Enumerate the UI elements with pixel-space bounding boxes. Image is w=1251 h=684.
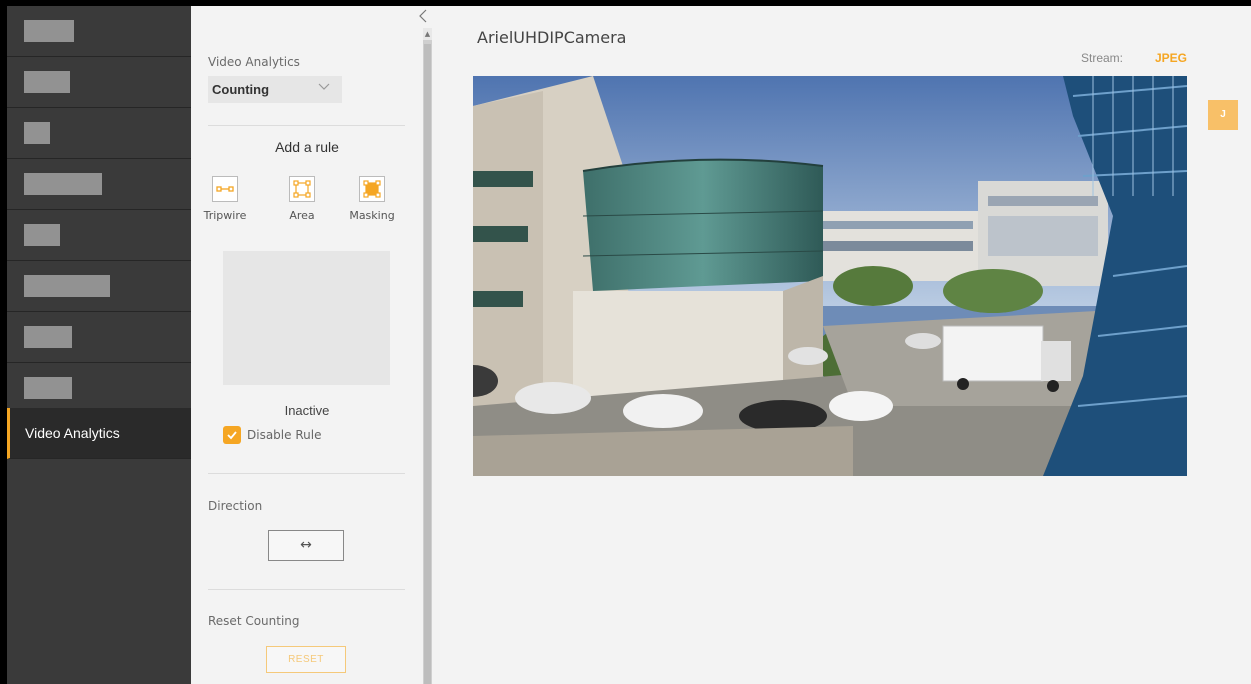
redacted-label bbox=[24, 326, 72, 348]
analytics-type-label: Video Analytics bbox=[208, 55, 300, 69]
reset-counting-label: Reset Counting bbox=[208, 614, 300, 628]
sidebar-item-8[interactable] bbox=[7, 363, 191, 414]
redacted-label bbox=[24, 122, 50, 144]
analytics-type-value: Counting bbox=[212, 82, 270, 97]
redacted-label bbox=[24, 377, 72, 399]
sidebar-item-4[interactable] bbox=[7, 159, 191, 210]
disable-rule-label: Disable Rule bbox=[247, 428, 322, 442]
disable-rule-checkbox[interactable] bbox=[223, 426, 241, 444]
camera-video-feed[interactable] bbox=[473, 76, 1187, 476]
analytics-config-panel: Video Analytics Counting Add a rule Trip… bbox=[191, 6, 427, 684]
stream-label: Stream: bbox=[1081, 51, 1124, 65]
sidebar-item-label: Video Analytics bbox=[25, 425, 120, 441]
camera-title: ArielUHDIPCamera bbox=[477, 28, 627, 47]
masking-icon bbox=[359, 176, 385, 202]
sidebar-item-video-analytics[interactable]: Video Analytics bbox=[7, 408, 191, 459]
area-rule-button[interactable]: Area bbox=[272, 176, 332, 222]
redacted-label bbox=[24, 224, 60, 246]
area-icon bbox=[289, 176, 315, 202]
direction-label: Direction bbox=[208, 499, 263, 513]
sidebar-item-3[interactable] bbox=[7, 108, 191, 159]
masking-rule-button[interactable]: Masking bbox=[342, 176, 402, 222]
redacted-label bbox=[24, 71, 70, 93]
divider bbox=[208, 589, 405, 590]
scroll-up-icon[interactable]: ▲ bbox=[423, 28, 432, 40]
user-avatar[interactable]: J bbox=[1208, 100, 1238, 130]
scrollbar-thumb[interactable] bbox=[424, 44, 431, 684]
tripwire-icon bbox=[212, 176, 238, 202]
sidebar-item-7[interactable] bbox=[7, 312, 191, 363]
direction-button[interactable]: ↔ bbox=[268, 530, 344, 561]
video-frame-image bbox=[473, 76, 1187, 476]
divider bbox=[208, 125, 405, 126]
masking-label: Masking bbox=[349, 209, 395, 222]
sidebar-item-6[interactable] bbox=[7, 261, 191, 312]
sidebar-nav: Video Analytics bbox=[7, 6, 191, 684]
rule-preview bbox=[223, 251, 390, 385]
chevron-down-icon bbox=[318, 80, 330, 94]
tripwire-rule-button[interactable]: Tripwire bbox=[195, 176, 255, 222]
divider bbox=[208, 473, 405, 474]
sidebar-item-5[interactable] bbox=[7, 210, 191, 261]
chevron-left-icon[interactable] bbox=[419, 9, 427, 26]
redacted-label bbox=[24, 275, 110, 297]
sidebar-item-2[interactable] bbox=[7, 57, 191, 108]
checkmark-icon bbox=[227, 431, 237, 440]
add-rule-title: Add a rule bbox=[275, 139, 339, 155]
redacted-label bbox=[24, 20, 74, 42]
redacted-label bbox=[24, 173, 102, 195]
app-window: Video Analytics Video Analytics Counting… bbox=[7, 6, 1251, 684]
sidebar-item-1[interactable] bbox=[7, 6, 191, 57]
tripwire-label: Tripwire bbox=[203, 209, 247, 222]
analytics-type-select[interactable]: Counting bbox=[208, 76, 342, 103]
area-label: Area bbox=[289, 209, 315, 222]
rule-status: Inactive bbox=[284, 403, 330, 418]
reset-button[interactable]: RESET bbox=[266, 646, 346, 673]
stream-format[interactable]: JPEG bbox=[1155, 51, 1187, 65]
